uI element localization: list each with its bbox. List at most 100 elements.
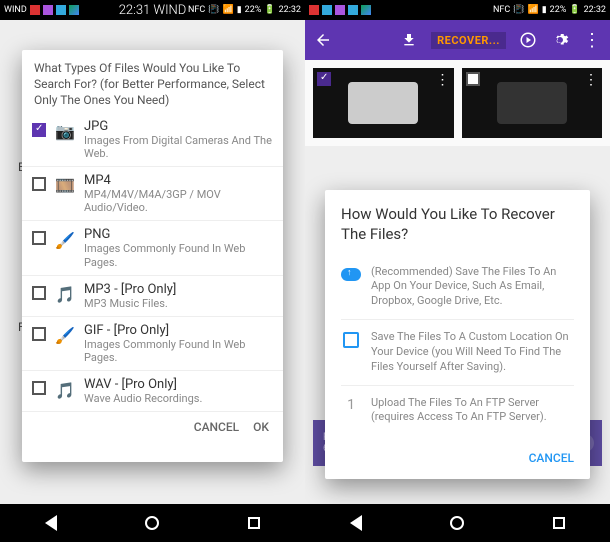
battery-icon: 🔋: [264, 5, 275, 15]
camera-icon: 📷: [54, 121, 76, 143]
recover-option-text: (Recommended) Save The Files To An App O…: [371, 265, 574, 310]
file-type-item[interactable]: 🖌️ GIF - [Pro Only] Images Commonly Foun…: [22, 317, 283, 371]
file-checkbox[interactable]: [32, 381, 46, 395]
nav-back-button[interactable]: [40, 512, 62, 534]
file-checkbox[interactable]: [32, 177, 46, 191]
file-type-item[interactable]: 🎵 MP3 - [Pro Only] MP3 Music Files.: [22, 276, 283, 317]
music-icon: 🎵: [54, 379, 76, 401]
file-type-name: PNG: [84, 227, 273, 242]
cancel-button[interactable]: CANCEL: [194, 420, 239, 434]
file-type-name: WAV - [Pro Only]: [84, 377, 273, 392]
wifi-icon: 📶: [527, 5, 538, 15]
app-icon: [56, 5, 66, 15]
dialog-title: How Would You Like To Recover The Files?: [325, 190, 590, 255]
recover-option-text: Save The Files To A Custom Location On Y…: [371, 330, 574, 375]
file-type-desc: Images Commonly Found In Web Pages.: [84, 338, 273, 364]
content-area: B F License Agreement (please read) What…: [0, 20, 305, 504]
file-type-item[interactable]: 📷 JPG Images From Digital Cameras And Th…: [22, 113, 283, 167]
thumb-checkbox[interactable]: [317, 72, 331, 86]
thumb-image: [497, 82, 567, 124]
file-type-desc: MP3 Music Files.: [84, 297, 273, 310]
app-icon: [309, 5, 319, 15]
cloud-upload-icon: [341, 268, 361, 281]
ok-button[interactable]: OK: [253, 420, 269, 434]
recover-button[interactable]: RECOVER...: [431, 32, 506, 49]
battery-label: 22%: [245, 5, 262, 15]
nav-home-button[interactable]: [141, 512, 163, 534]
back-button[interactable]: [313, 30, 333, 50]
carrier-label: WIND: [4, 5, 27, 15]
nav-back-button[interactable]: [345, 512, 367, 534]
vibrate-icon: 📳: [208, 5, 219, 15]
thumb-checkbox[interactable]: [466, 72, 480, 86]
app-icon: [30, 5, 40, 15]
file-type-name: GIF - [Pro Only]: [84, 323, 273, 338]
recover-option[interactable]: 1 Upload The Files To An FTP Server (requ…: [341, 386, 574, 436]
thumb-overflow-icon[interactable]: ⋮: [436, 72, 450, 88]
nav-bar: [0, 504, 305, 542]
app-icon: [335, 5, 345, 15]
signal-icon: ▮: [237, 5, 242, 15]
clock-label: 22:32: [279, 5, 301, 15]
file-type-desc: Images From Digital Cameras And The Web.: [84, 134, 273, 160]
vibrate-icon: 📳: [513, 5, 524, 15]
thumb-image: [348, 82, 418, 124]
thumbnail-item[interactable]: ⋮: [462, 68, 603, 138]
download-icon: [399, 30, 419, 50]
wifi-icon: 📶: [222, 5, 233, 15]
save-icon: [343, 332, 359, 348]
file-checkbox[interactable]: [32, 286, 46, 300]
file-type-name: JPG: [84, 119, 273, 134]
recover-dialog: How Would You Like To Recover The Files?…: [325, 190, 590, 479]
paint-icon: 🖌️: [54, 229, 76, 251]
recover-option-text: Upload The Files To An FTP Server (requi…: [371, 396, 574, 426]
nfc-icon: NFC: [188, 5, 205, 15]
thumbnail-item[interactable]: ⋮: [313, 68, 454, 138]
phone-right: NFC 📳 📶 ▮ 22% 🔋 22:32 RECOVER... ⋮: [305, 0, 610, 542]
content-area: ⋮ ⋮ How Would You Like To Recover The Fi…: [305, 60, 610, 504]
clock-label: 22:32: [584, 5, 606, 15]
status-bar: WIND 22:31 WIND NFC 📳 📶 ▮ 22% 🔋 22:32: [0, 0, 305, 20]
file-checkbox[interactable]: [32, 231, 46, 245]
nav-recent-button[interactable]: [548, 512, 570, 534]
file-type-name: MP4: [84, 173, 273, 188]
file-type-desc: Wave Audio Recordings.: [84, 392, 273, 405]
gear-icon[interactable]: [550, 30, 570, 50]
ftp-icon: 1: [347, 396, 355, 415]
music-icon: 🎵: [54, 284, 76, 306]
file-checkbox[interactable]: [32, 327, 46, 341]
status-bar: NFC 📳 📶 ▮ 22% 🔋 22:32: [305, 0, 610, 20]
file-types-dialog: What Types Of Files Would You Like To Se…: [22, 50, 283, 462]
recover-option[interactable]: (Recommended) Save The Files To An App O…: [341, 255, 574, 321]
film-icon: 🎞️: [54, 175, 76, 197]
nfc-icon: NFC: [493, 5, 510, 15]
cancel-button[interactable]: CANCEL: [325, 441, 590, 479]
phone-left: WIND 22:31 WIND NFC 📳 📶 ▮ 22% 🔋 22:32 B …: [0, 0, 305, 542]
nav-home-button[interactable]: [446, 512, 468, 534]
file-type-desc: MP4/M4V/M4A/3GP / MOV Audio/Video.: [84, 188, 273, 214]
overflow-menu-icon[interactable]: ⋮: [582, 30, 602, 50]
paint-icon: 🖌️: [54, 325, 76, 347]
recover-option[interactable]: Save The Files To A Custom Location On Y…: [341, 320, 574, 386]
battery-label: 22%: [550, 5, 567, 15]
play-button[interactable]: [518, 30, 538, 50]
play-icon: [69, 5, 79, 15]
file-type-item[interactable]: 🎵 WAV - [Pro Only] Wave Audio Recordings…: [22, 371, 283, 412]
file-type-desc: Images Commonly Found In Web Pages.: [84, 242, 273, 268]
dialog-title: What Types Of Files Would You Like To Se…: [22, 50, 283, 113]
file-checkbox[interactable]: [32, 123, 46, 137]
nav-bar: [305, 504, 610, 542]
app-icon: [348, 5, 358, 15]
thumbnail-row: ⋮ ⋮: [305, 60, 610, 146]
app-icon: [322, 5, 332, 15]
play-icon: [361, 5, 371, 15]
app-bar: RECOVER... ⋮: [305, 20, 610, 60]
file-type-item[interactable]: 🎞️ MP4 MP4/M4V/M4A/3GP / MOV Audio/Video…: [22, 167, 283, 221]
signal-icon: ▮: [542, 5, 547, 15]
battery-icon: 🔋: [569, 5, 580, 15]
file-type-name: MP3 - [Pro Only]: [84, 282, 273, 297]
file-type-item[interactable]: 🖌️ PNG Images Commonly Found In Web Page…: [22, 221, 283, 275]
thumb-overflow-icon[interactable]: ⋮: [584, 72, 598, 88]
status-time-center: 22:31 WIND: [119, 3, 187, 18]
nav-recent-button[interactable]: [243, 512, 265, 534]
